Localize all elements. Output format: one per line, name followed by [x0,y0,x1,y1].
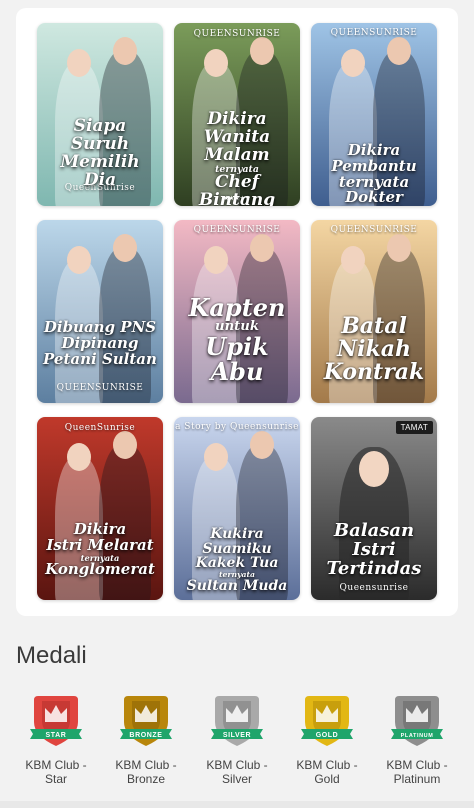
medal-label-line: Bronze [126,772,166,786]
medal-ribbon-text: STAR [46,732,67,739]
cover-title-line: Suruh [70,133,130,154]
cover-title-line: Kukira Suamiku [202,526,272,557]
medal-label-line: Silver [221,772,252,786]
medal-bronze[interactable]: BRONZE KBM Club - Bronze [103,692,189,786]
cover-face [341,246,365,274]
medal-label-line: Gold [314,772,340,786]
bottom-divider [0,801,474,808]
cover-title-line: Petani Sultan [43,349,157,368]
medal-ribbon-text: GOLD [316,732,339,739]
cover-face [204,246,228,274]
cover-title-line: Kontrak [323,359,425,386]
medal-icon: BRONZE [120,696,172,746]
cover-title-line: Batal [341,313,407,339]
cover-title-line: Istri Tertindas [326,538,422,579]
medals-section-title: Medali [16,642,87,669]
medal-gold[interactable]: GOLD KBM Club - Gold [284,692,370,786]
cover-face [387,37,411,65]
cover-publisher: QUEENSUNRISE [330,225,418,235]
cover-title-line: Istri Melarat [46,535,154,554]
medal-label-line: KBM Club - [386,758,448,772]
cover-face [250,234,274,262]
book-cover[interactable]: QUEENSUNRISE Kapten untuk Upik Abu [174,220,300,403]
book-cover[interactable]: QUEENSUNRISE Batal Nikah Kontrak [311,220,437,403]
medal-platinum[interactable]: PLATINUM KBM Club - Platinum [374,692,460,786]
cover-title-line: Konglomerat [45,560,155,579]
book-cover[interactable]: QUEENSUNRISE Dikira Wanita Malam ternyata Ch… [174,23,300,206]
medal-icon: STAR [30,696,82,746]
cover-title-line: Kapten [188,293,286,322]
cover-title-line: Dia [83,169,117,190]
cover-title: Dikira Pembantuternyata DokterSpesialis [317,141,431,206]
cover-face [250,431,274,459]
cover-title: Balasan Istri Tertindas [317,521,431,579]
cover-face [67,246,91,274]
cover-title-line: Kakek Tua [195,555,279,572]
cover-publisher: Queensunrise [339,583,409,593]
medal-label-line: KBM Club - [296,758,358,772]
cover-publisher: QUEENSUNRISE [330,28,418,38]
cover-title-line: ternyata Dokter [338,172,410,206]
cover-face [67,49,91,77]
cover-publisher: QUEENSUNRISE [193,29,281,39]
medal-silver[interactable]: SILVER KBM Club - Silver [194,692,280,786]
cover-title: Kapten untuk Upik Abu [180,293,294,387]
book-grid-card: QueenSunrise Siapa Suruh Memilih Dia QUEENSUN… [16,8,458,616]
medal-icon: SILVER [211,696,263,746]
book-cover[interactable]: Queensunrise Balasan Istri Tertindas TAMAT [311,417,437,600]
cover-publisher: a Story by Queensunrise [175,422,299,432]
cover-title-line: Upik Abu [205,332,269,387]
cover-face [67,443,91,471]
cover-face [113,234,137,262]
cover-face [204,443,228,471]
book-cover[interactable]: QUEENSUNRISE Dibuang PNS Dipinang Petani Su… [37,220,163,403]
cover-publisher: QUEENSUNRISE [193,225,281,235]
cover-publisher: QueenSunrise [64,423,136,433]
cover-face [359,451,389,487]
cover-title-line: Memilih [60,151,140,172]
cover-title-line: Sultan Muda [186,578,288,595]
medal-ribbon-text: SILVER [223,732,251,739]
cover-face [341,49,365,77]
cover-title: Batal Nikah Kontrak [317,313,431,386]
cover-face [250,37,274,65]
medal-label: KBM Club - Gold [284,758,370,786]
status-badge: TAMAT [395,421,433,434]
cover-face [113,431,137,459]
medal-icon: PLATINUM [391,696,443,746]
book-cover[interactable]: QUEENSUNRISE Dikira Pembantu ternyata Dokt… [311,23,437,206]
cover-title: Dikira Istri Melarat ternyata Konglomerat [43,521,157,579]
medal-label-line: Platinum [393,772,441,786]
medal-label-line: Star [44,772,67,786]
cover-stars: ★★★★★ [223,196,251,202]
cover-publisher: QUEENSUNRISE [56,383,144,393]
medal-ribbon-text: PLATINUM [401,733,434,739]
cover-title-line: Dikira Pembantu [331,141,417,175]
cover-title: Dibuang PNS Dipinang Petani Sultan [43,319,157,368]
cover-title-line: Wanita Malam [203,126,271,165]
book-cover[interactable]: a Story by Queensunrise Kukira Suamiku Kak… [174,417,300,600]
cover-face [387,234,411,262]
book-cover[interactable]: QueenSunrise Dikira Istri Melarat ternyata K… [37,417,163,600]
medal-label: KBM Club - Bronze [103,758,189,786]
cover-title: Kukira Suamiku Kakek Tua ternyata Sultan Mu… [180,527,294,594]
medal-label-line: KBM Club - [115,758,177,772]
medal-label: KBM Club - Star [13,758,99,786]
medal-label-line: KBM Club - [206,758,268,772]
cover-face [204,49,228,77]
medal-label: KBM Club - Platinum [374,758,460,786]
medal-icon: GOLD [301,696,353,746]
cover-title-line: Nikah [337,336,411,363]
medal-label-line: KBM Club - [25,758,87,772]
medal-ribbon-text: BRONZE [129,732,162,739]
medal-label: KBM Club - Silver [194,758,280,786]
cover-title: DikiraWanita MalamternyataChefBintang Li… [180,110,294,206]
medals-row: STAR KBM Club - Star BRONZE KBM Club - Bronze… [0,692,474,802]
cover-face [113,37,137,65]
book-cover[interactable]: QueenSunrise Siapa Suruh Memilih Dia [37,23,163,206]
medal-star[interactable]: STAR KBM Club - Star [13,692,99,786]
cover-title: Siapa Suruh Memilih Dia [43,117,157,190]
